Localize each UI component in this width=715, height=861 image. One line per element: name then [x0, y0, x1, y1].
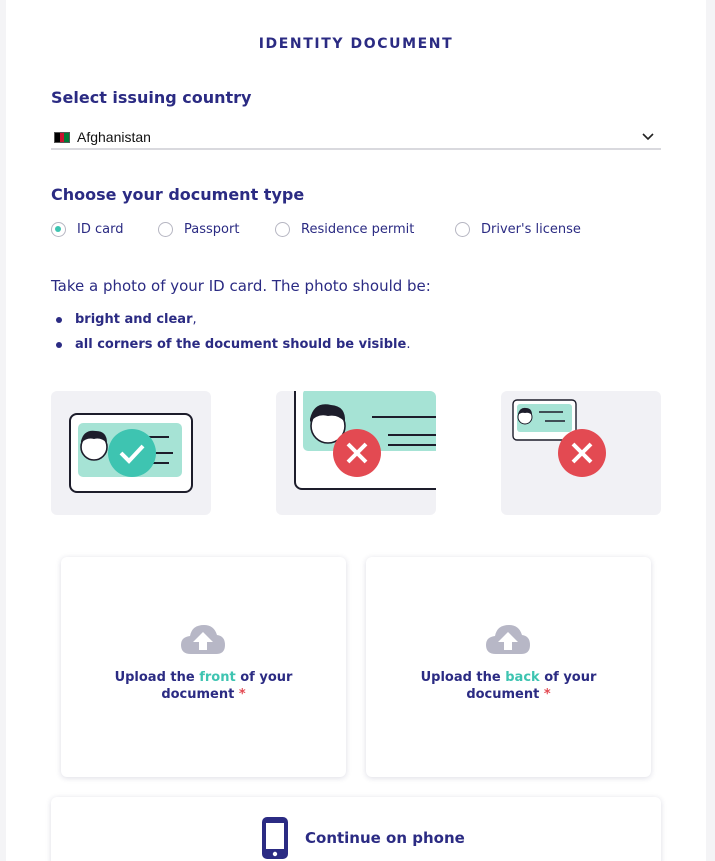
continue-on-phone-label: Continue on phone	[305, 829, 465, 847]
requirement-punctuation: .	[406, 337, 411, 352]
country-label: Select issuing country	[51, 88, 252, 107]
document-type-radio-group: ID card Passport Residence permit Driver…	[51, 222, 581, 237]
upload-back-button[interactable]: Upload the back of your document *	[366, 557, 651, 777]
radio-button[interactable]	[455, 222, 470, 237]
upload-front-label: Upload the front of your document *	[91, 669, 316, 703]
photo-requirements-list: bright and clear, all corners of the doc…	[56, 312, 410, 362]
radio-label: Passport	[184, 222, 240, 237]
upload-back-label: Upload the back of your document *	[396, 669, 621, 703]
id-card-too-far-icon	[512, 399, 606, 477]
upload-text-prefix: Upload the	[114, 670, 200, 685]
continue-on-phone-button[interactable]: Continue on phone	[51, 797, 661, 861]
cloud-upload-icon	[486, 625, 530, 654]
radio-label: Driver's license	[481, 222, 581, 237]
requirement-text: all corners of the document should be vi…	[75, 337, 407, 352]
smartphone-icon	[262, 817, 288, 859]
example-cropped	[276, 391, 436, 515]
requirement-text: bright and clear	[75, 312, 193, 327]
list-item: all corners of the document should be vi…	[56, 337, 410, 352]
id-card-correct-icon	[69, 413, 193, 493]
required-mark: *	[543, 687, 551, 702]
document-type-label: Choose your document type	[51, 185, 305, 204]
country-select-value: Afghanistan	[77, 129, 151, 145]
radio-drivers-license[interactable]: Driver's license	[455, 222, 581, 237]
bullet-dot	[56, 341, 62, 348]
chevron-down-icon	[642, 133, 654, 141]
list-item: bright and clear,	[56, 312, 410, 327]
page-title: IDENTITY DOCUMENT	[258, 36, 454, 52]
radio-button[interactable]	[158, 222, 173, 237]
upload-text-prefix: Upload the	[420, 670, 506, 685]
example-correct	[51, 391, 211, 515]
radio-label: Residence permit	[301, 222, 415, 237]
photo-instruction: Take a photo of your ID card. The photo …	[51, 277, 431, 295]
radio-passport[interactable]: Passport	[158, 222, 275, 237]
id-card-cropped-icon	[294, 391, 436, 490]
country-select[interactable]: Afghanistan	[51, 126, 661, 150]
upload-front-button[interactable]: Upload the front of your document *	[61, 557, 346, 777]
radio-id-card[interactable]: ID card	[51, 222, 158, 237]
example-too-far	[501, 391, 661, 515]
upload-text-highlight: front	[199, 670, 236, 685]
radio-button[interactable]	[51, 222, 66, 237]
cloud-upload-icon	[181, 625, 225, 654]
radio-button[interactable]	[275, 222, 290, 237]
radio-residence-permit[interactable]: Residence permit	[275, 222, 455, 237]
radio-label: ID card	[77, 222, 124, 237]
required-mark: *	[238, 687, 246, 702]
bullet-dot	[56, 316, 62, 323]
upload-text-highlight: back	[505, 670, 540, 685]
requirement-punctuation: ,	[192, 312, 197, 327]
afghanistan-flag-icon	[54, 131, 70, 143]
